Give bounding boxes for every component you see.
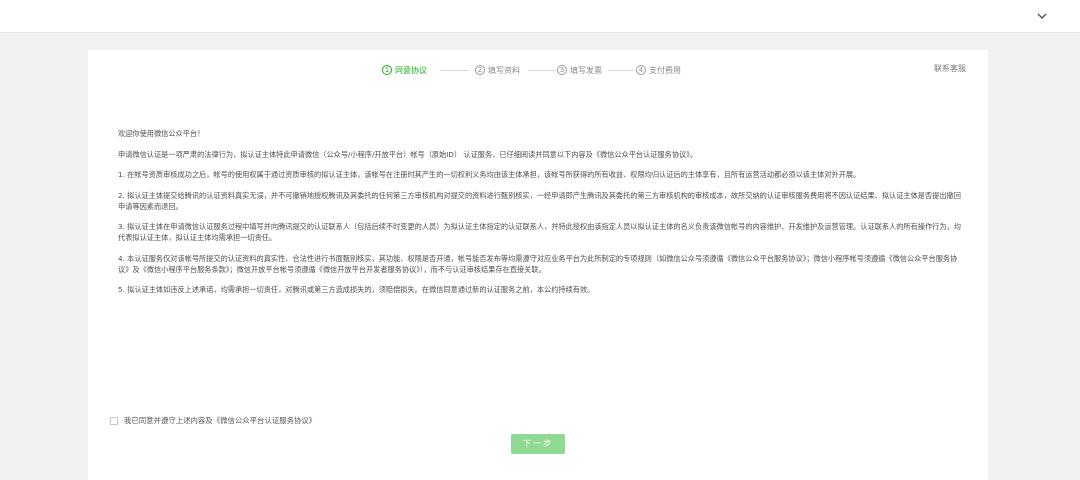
clause-2: 2. 拟认证主体提交给腾讯的认证资料真实无误，并不可撤销地授权腾讯及其委托的任何… [118,190,961,211]
step-invoice: 3 填写发票 [557,63,602,77]
step-label: 同意协议 [395,65,427,75]
step-number: 1 [382,65,392,75]
step-number: 4 [636,65,646,75]
clause-1: 1. 在帐号资质审核成功之后，帐号的使用权属于通过资质审核的拟认证主体，该帐号在… [118,170,861,179]
step-label: 支付费用 [649,65,681,75]
progress-steps: 1 同意协议 2 填写资料 3 填写发票 4 支付费用 [88,63,988,77]
top-bar [0,0,1080,33]
consent-checkbox[interactable] [110,416,118,425]
greeting-text: 欢迎你使用微信公众平台！ [118,129,205,138]
chevron-down-icon[interactable] [1035,9,1049,23]
agreement-text: 欢迎你使用微信公众平台！ 申请微信认证是一项严肃的法律行为，拟认证主体特此申请微… [118,128,968,305]
step-label: 填写资料 [488,65,520,75]
step-number: 2 [475,65,485,75]
step-payment: 4 支付费用 [636,63,681,77]
clause-3: 3. 拟认证主体在申请微信认证服务过程中填写并向腾讯提交的认证联系人（包括后续不… [118,222,961,242]
step-label: 填写发票 [570,65,602,75]
consent-row[interactable]: 我已同意并遵守上述内容及《微信公众平台认证服务协议》 [110,415,316,426]
clause-4: 4. 本认证服务仅对该帐号所提交的认证资料的真实性、合法性进行书面甄别核实，其功… [118,253,958,274]
clause-5: 5. 拟认证主体如违反上述承诺，均需承担一切责任，对腾讯或第三方造成损失的，须赔… [118,285,595,294]
consent-label: 我已同意并遵守上述内容及《微信公众平台认证服务协议》 [124,416,317,425]
step-divider [608,70,634,71]
step-agree: 1 同意协议 [382,63,427,77]
contact-support-link[interactable]: 联系客服 [934,63,966,74]
next-button[interactable]: 下一步 [511,434,565,454]
step-number: 3 [557,65,567,75]
intro-text: 申请微信认证是一项严肃的法律行为，拟认证主体特此申请微信（公众号/小程序/开放平… [118,149,698,159]
certification-panel: 1 同意协议 2 填写资料 3 填写发票 4 支付费用 联系客服 欢迎你使用微信… [88,50,988,480]
step-divider [441,70,469,71]
step-divider [528,70,556,71]
step-fill-info: 2 填写资料 [475,63,520,77]
